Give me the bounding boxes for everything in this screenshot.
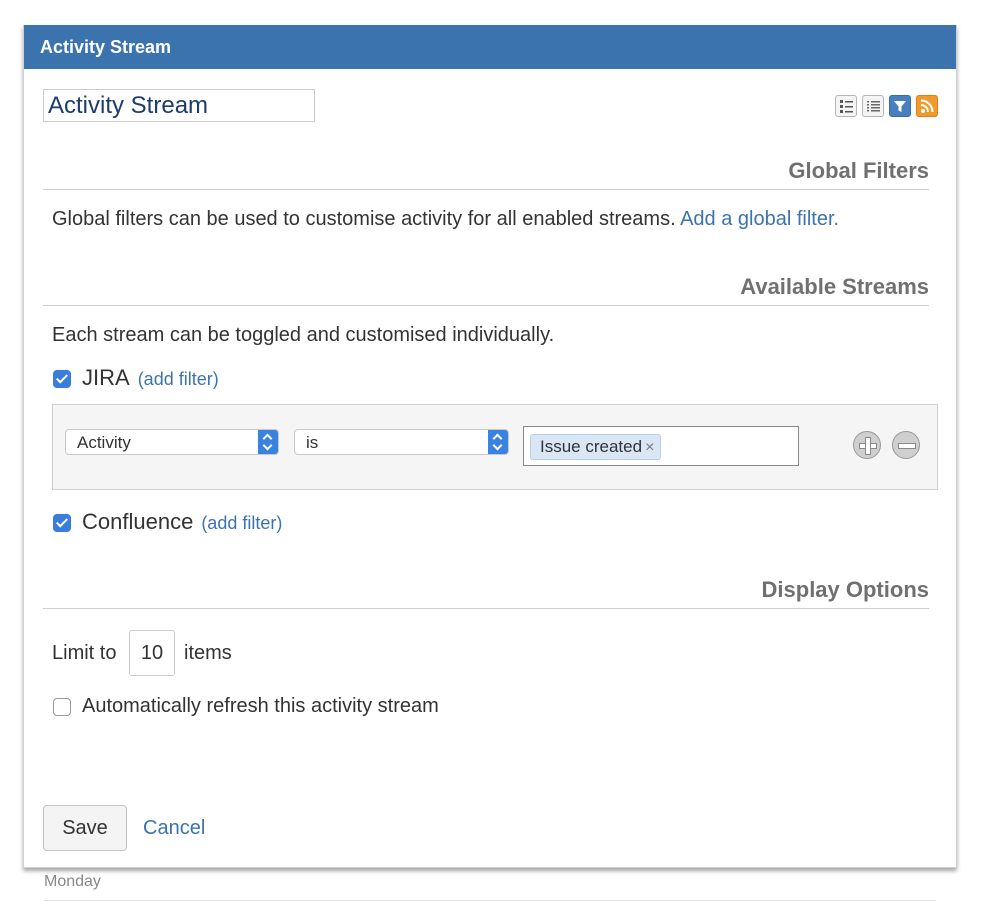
feed-divider: [44, 900, 936, 901]
display-options-heading: Display Options: [43, 577, 929, 609]
add-global-filter-link[interactable]: Add a global filter.: [680, 208, 839, 230]
rss-feed-icon[interactable]: [916, 95, 938, 117]
gadget-title: Activity Stream: [24, 25, 956, 69]
jira-stream-label: JIRA (add filter): [82, 365, 219, 391]
global-filters-text: Global filters can be used to customise …: [52, 208, 676, 230]
filter-value-input[interactable]: Issue created ×: [523, 426, 799, 466]
auto-refresh-label: Automatically refresh this activity stre…: [82, 695, 439, 717]
confluence-stream-checkbox[interactable]: [53, 514, 71, 532]
activity-stream-gadget: Activity Stream Activity Stream Global F…: [23, 25, 957, 868]
confluence-stream-name: Confluence: [82, 509, 194, 534]
limit-prefix-label: Limit to: [52, 642, 117, 664]
jira-stream-name: JIRA: [82, 365, 130, 390]
available-streams-heading: Available Streams: [43, 274, 929, 306]
limit-suffix-label: items: [184, 642, 232, 664]
save-button[interactable]: Save: [43, 805, 127, 851]
select-arrows-icon: [258, 430, 278, 454]
minus-icon: [898, 443, 916, 449]
add-filter-row-button[interactable]: [853, 431, 881, 459]
view-toolbar: [835, 95, 938, 117]
filter-field-value: Activity: [77, 433, 131, 452]
limit-items-input[interactable]: 10: [129, 630, 175, 676]
filter-field-select[interactable]: Activity: [65, 429, 279, 455]
confluence-stream-label: Confluence (add filter): [82, 509, 282, 535]
available-streams-description: Each stream can be toggled and customise…: [52, 324, 555, 346]
global-filters-description: Global filters can be used to customise …: [52, 208, 839, 231]
remove-tag-icon[interactable]: ×: [645, 439, 654, 456]
global-filters-heading: Global Filters: [43, 158, 929, 190]
confluence-add-filter-link[interactable]: (add filter): [201, 513, 282, 533]
filter-value-tag: Issue created ×: [530, 434, 662, 460]
jira-filter-row: Activity is Issue created ×: [52, 404, 938, 490]
cancel-link[interactable]: Cancel: [143, 817, 205, 840]
plus-icon-v: [865, 437, 871, 455]
feed-day-label: Monday: [44, 873, 101, 890]
select-arrows-icon: [488, 430, 508, 454]
detail-view-icon[interactable]: [835, 95, 857, 117]
stream-title-input[interactable]: Activity Stream: [43, 89, 315, 122]
filter-operator-value: is: [306, 433, 319, 452]
remove-filter-row-button[interactable]: [892, 431, 920, 459]
filter-operator-select[interactable]: is: [294, 429, 509, 455]
jira-stream-checkbox[interactable]: [53, 370, 71, 388]
filter-icon[interactable]: [889, 95, 911, 117]
jira-add-filter-link[interactable]: (add filter): [138, 369, 219, 389]
auto-refresh-checkbox[interactable]: [53, 698, 71, 716]
filter-value-tag-label: Issue created: [540, 437, 643, 456]
list-view-icon[interactable]: [862, 95, 884, 117]
